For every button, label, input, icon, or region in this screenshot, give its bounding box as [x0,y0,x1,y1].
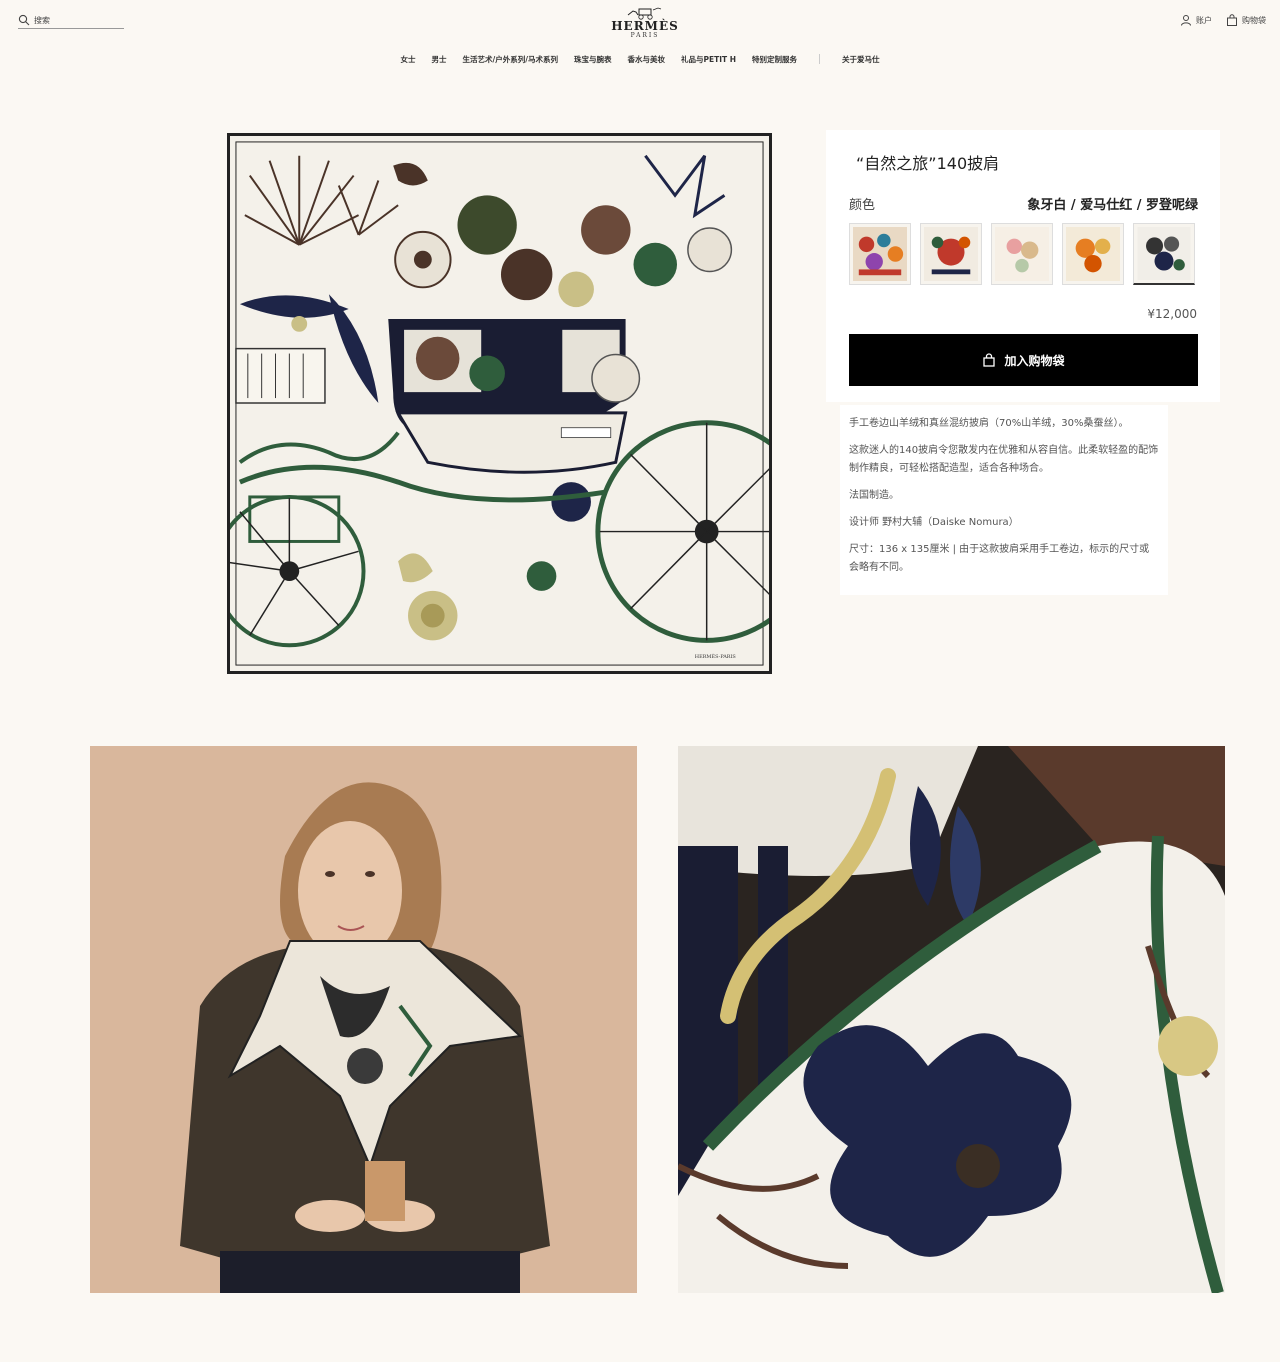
product-price: ¥12,000 [1147,307,1197,321]
color-swatch-5-selected[interactable] [1133,223,1195,285]
hermes-logo[interactable]: HERMÈS PARIS [600,6,690,39]
product-panel: “自然之旅”140披肩 颜色 象牙白 / 爱马仕红 / 罗登呢绿 ¥12,000… [826,130,1220,402]
product-title: “自然之旅”140披肩 [856,154,1000,173]
add-to-cart-button[interactable]: 加入购物袋 [849,334,1198,386]
color-swatch-3[interactable] [991,223,1053,285]
color-swatch-4[interactable] [1062,223,1124,285]
product-image-scarf[interactable]: HERMÈS-PARIS [227,133,772,674]
cart-label: 购物袋 [1242,15,1266,25]
shopping-bag-icon [983,353,996,367]
search-box[interactable]: 搜索 [18,14,124,29]
add-to-cart-label: 加入购物袋 [1004,353,1065,368]
shopping-bag-icon [1227,14,1237,26]
account-link[interactable]: 账户 [1180,14,1212,26]
nav-item-special-orders[interactable]: 特别定制服务 [752,54,797,65]
nav-item-about[interactable]: 关于爱马仕 [842,54,880,65]
search-icon [18,14,30,26]
nav-divider [819,54,820,64]
scarf-illustration: HERMÈS-PARIS [230,136,769,671]
main-nav: 女士 男士 生活艺术/户外系列/马术系列 珠宝与腕表 香水与美妆 礼品与PETI… [0,54,1280,65]
brand-city: PARIS [630,32,660,39]
nav-item-fragrance-beauty[interactable]: 香水与美妆 [627,54,665,65]
nav-item-men[interactable]: 男士 [431,54,446,65]
account-label: 账户 [1196,15,1212,25]
cart-link[interactable]: 购物袋 [1226,14,1266,26]
brand-name: HERMÈS [611,19,679,33]
description-designer: 设计师 野村大辅（Daiske Nomura） [849,517,1019,528]
description-origin: 法国制造。 [849,490,899,501]
model-wearing-scarf-photo[interactable] [90,746,637,1293]
scarf-detail-illustration [678,746,1225,1293]
nav-item-gifts-petit-h[interactable]: 礼品与PETIT H [681,54,736,65]
color-swatch-1[interactable] [849,223,911,285]
selected-color: 象牙白 / 爱马仕红 / 罗登呢绿 [1027,198,1198,213]
color-swatch-2[interactable] [920,223,982,285]
scarf-detail-photo[interactable] [678,746,1225,1293]
scarf-signature: HERMÈS-PARIS [695,652,737,660]
site-header: 搜索 HERMÈS PARIS 账户 购物袋 女士 男士 生活艺术/户外系列/马… [0,0,1280,72]
search-label: 搜索 [34,15,50,25]
color-row: 颜色 象牙白 / 爱马仕红 / 罗登呢绿 [849,194,1198,213]
nav-item-jewelry-watches[interactable]: 珠宝与腕表 [574,54,612,65]
header-actions: 账户 购物袋 [1180,14,1266,26]
model-photo-illustration [90,746,637,1293]
color-swatches [849,223,1195,285]
description-material: 手工卷边山羊绒和真丝混纺披肩（70%山羊绒，30%桑蚕丝）。 [849,418,1129,429]
product-description: 手工卷边山羊绒和真丝混纺披肩（70%山羊绒，30%桑蚕丝）。 这款迷人的140披… [840,405,1168,595]
nav-item-home-outdoor-equestrian[interactable]: 生活艺术/户外系列/马术系列 [462,54,557,65]
carriage-logo-icon [627,7,662,20]
user-icon [1181,15,1191,26]
description-body: 这款迷人的140披肩令您散发内在优雅和从容自信。此柔软轻盈的配饰制作精良，可轻松… [849,445,1159,474]
color-label: 颜色 [849,198,876,213]
description-dimensions: 尺寸：136 x 135厘米 | 由于这款披肩采用手工卷边，标示的尺寸或会略有不… [849,544,1150,573]
nav-item-women[interactable]: 女士 [400,54,415,65]
